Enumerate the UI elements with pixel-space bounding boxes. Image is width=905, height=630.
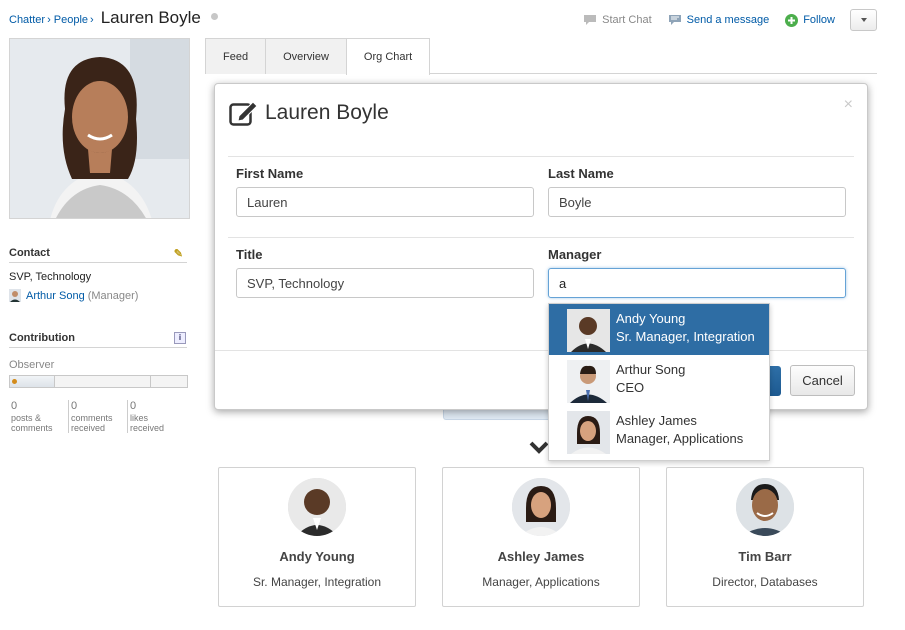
breadcrumb-separator: › bbox=[47, 14, 51, 26]
tab-overview[interactable]: Overview bbox=[265, 38, 347, 74]
suggestion-role: CEO bbox=[616, 380, 645, 395]
send-message-button[interactable]: Send a message bbox=[668, 14, 770, 26]
org-card-tim-barr[interactable]: Tim Barr Director, Databases bbox=[666, 467, 864, 607]
caret-down-icon bbox=[860, 18, 867, 22]
stat-label: likes bbox=[130, 413, 149, 423]
org-card-role: Director, Databases bbox=[712, 575, 818, 589]
suggestion-text: Ashley James Manager, Applications bbox=[616, 412, 743, 448]
edit-square-icon bbox=[229, 101, 258, 126]
suggestion-arthur-song[interactable]: Arthur Song CEO bbox=[549, 355, 769, 406]
page-title: Lauren Boyle bbox=[100, 8, 201, 27]
level-marker bbox=[12, 379, 17, 384]
info-icon[interactable]: i bbox=[174, 332, 186, 344]
start-chat-label: Start Chat bbox=[602, 14, 652, 26]
contact-role: SVP, Technology bbox=[9, 271, 92, 283]
org-card-andy-young[interactable]: Andy Young Sr. Manager, Integration bbox=[218, 467, 416, 607]
org-card-role: Manager, Applications bbox=[482, 575, 600, 589]
stat-label: posts & bbox=[11, 413, 42, 423]
follow-button[interactable]: Follow bbox=[785, 13, 835, 27]
pencil-icon[interactable]: ✎ bbox=[174, 247, 183, 260]
last-name-label: Last Name bbox=[548, 166, 614, 181]
contribution-level: Observer bbox=[9, 359, 55, 371]
avatar bbox=[567, 411, 610, 454]
manager-suffix: (Manager) bbox=[87, 289, 139, 302]
divider bbox=[228, 237, 854, 238]
level-segment bbox=[55, 376, 151, 387]
plus-circle-icon bbox=[785, 13, 799, 27]
manager-link[interactable]: Arthur Song bbox=[26, 290, 85, 302]
org-card-name: Andy Young bbox=[279, 549, 355, 564]
stat-label: comments bbox=[11, 423, 53, 433]
suggestion-role: Manager, Applications bbox=[616, 431, 744, 446]
follow-label: Follow bbox=[803, 14, 835, 26]
more-actions-button[interactable] bbox=[850, 9, 877, 31]
avatar bbox=[512, 478, 570, 536]
modal-header: Lauren Boyle bbox=[229, 100, 389, 126]
breadcrumb-chatter[interactable]: Chatter bbox=[9, 14, 45, 26]
manager-suggestions-dropdown: Andy Young Sr. Manager, Integration Arth… bbox=[548, 303, 770, 461]
title-field[interactable] bbox=[236, 268, 534, 298]
contribution-heading: Contribution bbox=[9, 332, 75, 344]
stat-value: 0 bbox=[130, 400, 137, 412]
avatar bbox=[288, 478, 346, 536]
suggestion-text: Arthur Song CEO bbox=[616, 361, 685, 397]
chat-bubble-icon bbox=[584, 15, 597, 25]
stat-value: 0 bbox=[71, 400, 78, 412]
org-card-name: Tim Barr bbox=[738, 549, 792, 564]
stat-label: comments bbox=[71, 413, 113, 423]
contact-section-title: Contact ✎ bbox=[9, 247, 187, 263]
suggestion-name: Andy Young bbox=[616, 311, 686, 326]
tab-org-chart[interactable]: Org Chart bbox=[345, 38, 431, 75]
stat-likes: 0 likes received bbox=[127, 400, 186, 433]
manager-avatar bbox=[9, 289, 21, 302]
start-chat-button[interactable]: Start Chat bbox=[583, 14, 652, 26]
stat-posts: 0 posts & comments bbox=[9, 400, 68, 433]
chevron-down-icon[interactable] bbox=[529, 441, 549, 455]
stat-value: 0 bbox=[11, 400, 18, 412]
stat-label: received bbox=[130, 423, 165, 433]
org-card-ashley-james[interactable]: Ashley James Manager, Applications bbox=[442, 467, 640, 607]
last-name-field[interactable] bbox=[548, 187, 846, 217]
suggestion-name: Ashley James bbox=[616, 413, 697, 428]
breadcrumb: Chatter › People › Lauren Boyle bbox=[9, 8, 218, 30]
suggestion-ashley-james[interactable]: Ashley James Manager, Applications bbox=[549, 406, 769, 457]
level-segment bbox=[10, 376, 55, 387]
org-card-name: Ashley James bbox=[497, 549, 585, 564]
avatar bbox=[567, 360, 610, 403]
suggestion-name: Arthur Song bbox=[616, 362, 686, 377]
title-label: Title bbox=[236, 247, 263, 262]
profile-page: Chatter › People › Lauren Boyle Start Ch… bbox=[0, 0, 905, 630]
contribution-stats: 0 posts & comments 0 comments received 0… bbox=[9, 400, 186, 433]
divider bbox=[228, 156, 854, 157]
org-card-role: Sr. Manager, Integration bbox=[252, 575, 382, 589]
first-name-field[interactable] bbox=[236, 187, 534, 217]
avatar bbox=[567, 309, 610, 352]
close-icon[interactable]: × bbox=[844, 96, 853, 114]
cancel-button[interactable]: Cancel bbox=[790, 365, 855, 396]
breadcrumb-separator: › bbox=[90, 14, 94, 26]
profile-tabs: Feed Overview Org Chart bbox=[205, 38, 877, 75]
suggestion-role: Sr. Manager, Integration bbox=[616, 329, 755, 344]
stat-label: received bbox=[71, 423, 106, 433]
avatar bbox=[736, 478, 794, 536]
suggestion-andy-young[interactable]: Andy Young Sr. Manager, Integration bbox=[549, 304, 769, 355]
presence-status-icon bbox=[210, 13, 218, 20]
manager-label: Manager bbox=[548, 247, 602, 262]
manager-field[interactable] bbox=[548, 268, 846, 298]
profile-photo-image bbox=[10, 39, 189, 218]
stat-comments: 0 comments received bbox=[68, 400, 127, 433]
send-message-label: Send a message bbox=[686, 14, 770, 26]
breadcrumb-people[interactable]: People bbox=[54, 14, 88, 26]
contact-manager: Arthur Song (Manager) bbox=[9, 289, 138, 302]
suggestion-text: Andy Young Sr. Manager, Integration bbox=[616, 310, 755, 346]
tab-feed[interactable]: Feed bbox=[205, 38, 267, 74]
message-icon bbox=[668, 15, 681, 25]
contribution-section-title: Contribution i bbox=[9, 332, 187, 348]
modal-title: Lauren Boyle bbox=[265, 101, 389, 124]
header-actions: Start Chat Send a message Follow bbox=[567, 9, 877, 31]
profile-photo[interactable] bbox=[9, 38, 190, 219]
contribution-level-bar bbox=[9, 375, 188, 388]
contact-heading: Contact bbox=[9, 247, 50, 259]
first-name-label: First Name bbox=[236, 166, 304, 181]
